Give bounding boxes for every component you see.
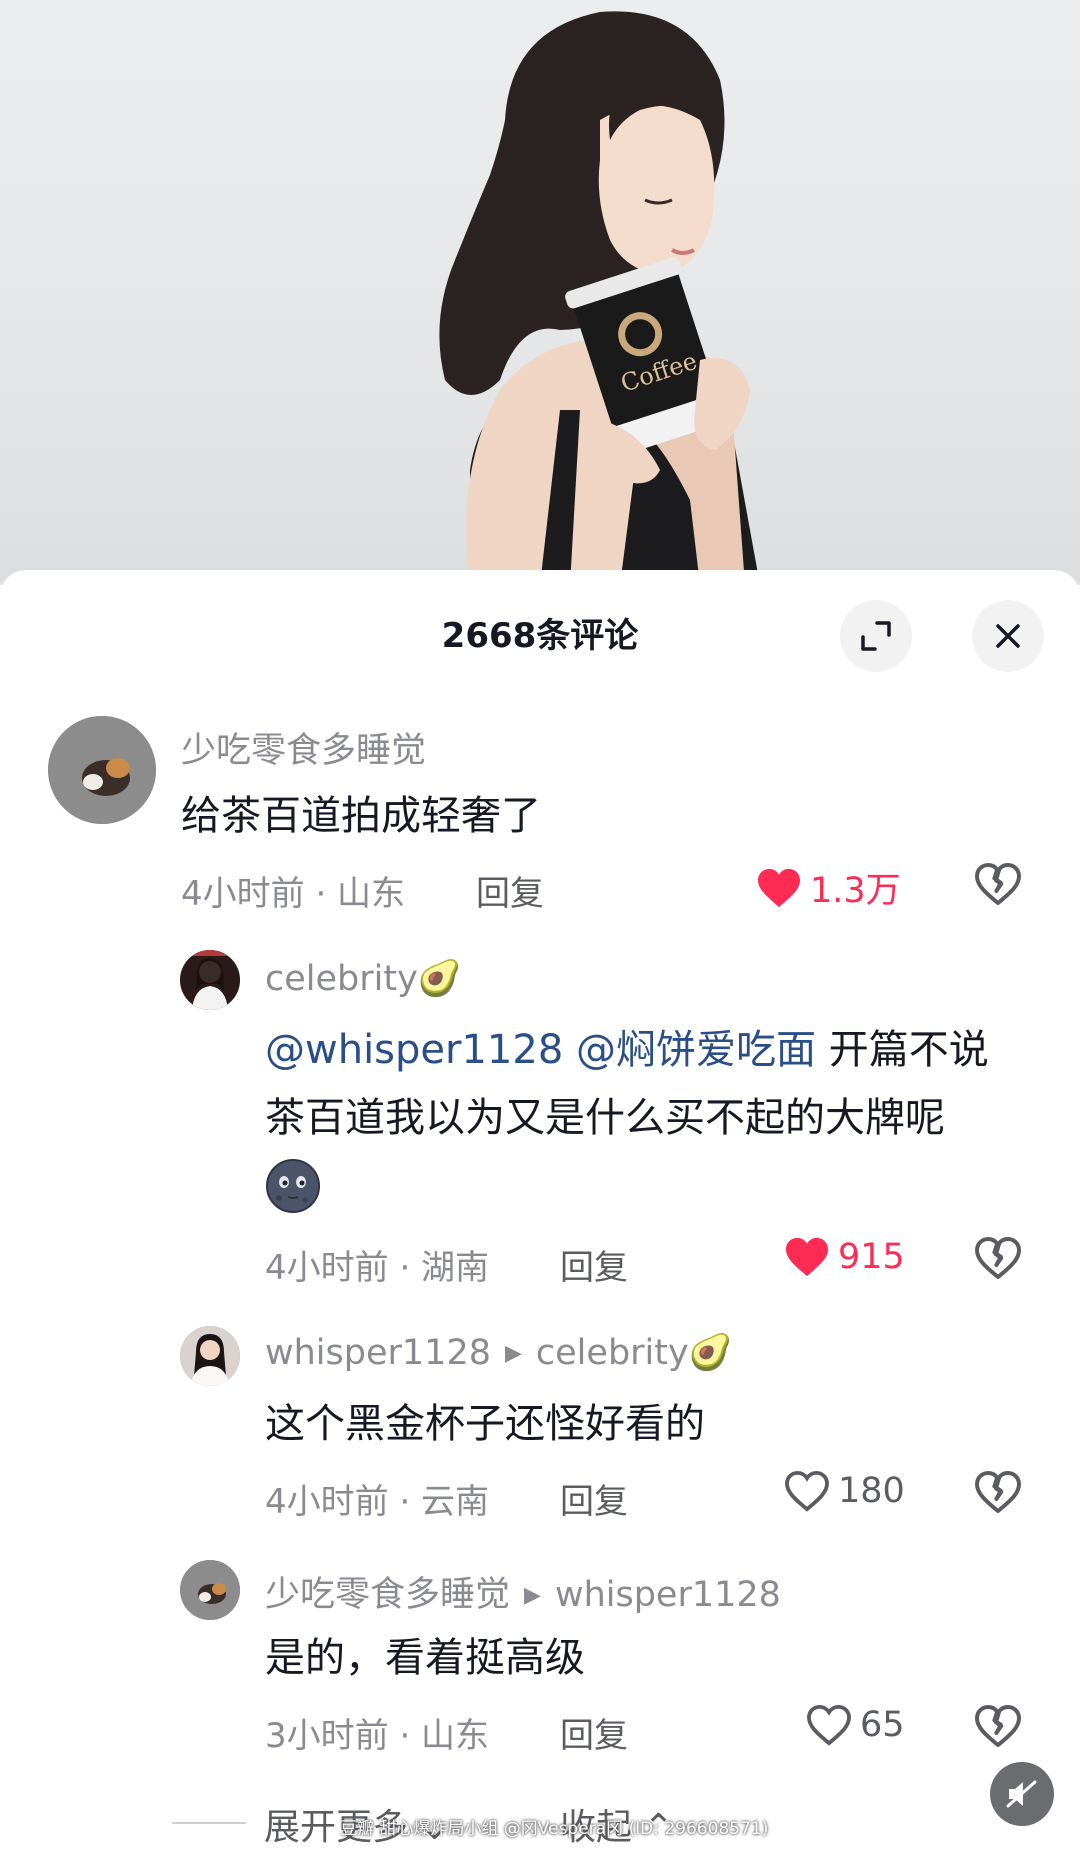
comment-text: 给茶百道拍成轻奢了 xyxy=(181,793,541,839)
broken-heart-icon xyxy=(975,1237,1021,1279)
comment-time-location: 4小时前 · 山东 xyxy=(181,874,406,914)
expand-button[interactable] xyxy=(840,600,912,672)
comment-text: 是的，看着挺高级 xyxy=(265,1635,585,1681)
comment-text-part: 茶百道我以为又是什么买不起的大牌呢 xyxy=(265,1095,945,1141)
comment-time-location: 3小时前 · 山东 xyxy=(265,1716,490,1756)
reply-button[interactable]: 回复 xyxy=(560,1708,628,1757)
portrait-avatar-icon xyxy=(180,1326,240,1386)
cat-avatar-icon xyxy=(48,716,156,824)
like-count: 1.3万 xyxy=(810,871,901,911)
speaker-muted-icon xyxy=(1006,1780,1037,1808)
comment-username[interactable]: 少吃零食多睡觉 xyxy=(181,722,426,773)
reply-button[interactable]: 回复 xyxy=(560,1240,628,1289)
like-button[interactable]: 915 xyxy=(784,1236,905,1278)
dislike-button[interactable] xyxy=(974,862,1022,910)
like-count: 180 xyxy=(838,1471,905,1511)
dislike-button[interactable] xyxy=(974,1236,1022,1284)
close-button[interactable] xyxy=(972,600,1044,672)
like-button[interactable]: 65 xyxy=(806,1704,905,1746)
mention-link[interactable]: @焖饼爱吃面 xyxy=(576,1027,816,1073)
like-count: 65 xyxy=(860,1705,905,1745)
reply-button[interactable]: 回复 xyxy=(476,866,544,915)
cat-avatar-icon xyxy=(180,1560,240,1620)
heart-outline-icon xyxy=(807,1704,851,1746)
video-frame: Coffee xyxy=(0,0,1080,585)
comment-username[interactable]: whisper1128 ▶ celebrity🥑 xyxy=(265,1332,732,1373)
heart-filled-icon xyxy=(758,868,800,907)
reply-button[interactable]: 回复 xyxy=(560,1474,628,1523)
mention-link[interactable]: @whisper1128 xyxy=(265,1027,563,1073)
comment-text-part: 开篇不说 xyxy=(815,1027,989,1073)
expand-icon xyxy=(861,621,891,651)
dislike-button[interactable] xyxy=(974,1470,1022,1518)
like-button[interactable]: 1.3万 xyxy=(756,862,901,913)
avatar[interactable] xyxy=(180,1326,240,1386)
heart-outline-icon xyxy=(785,1470,829,1512)
comment-text: @whisper1128 @焖饼爱吃面 开篇不说 茶百道我以为又是什么买不起的大… xyxy=(265,1016,1045,1152)
like-count: 915 xyxy=(838,1237,905,1277)
comment-username[interactable]: celebrity🥑 xyxy=(265,958,461,999)
heart-filled-icon xyxy=(786,1237,828,1277)
close-icon xyxy=(996,624,1020,648)
reply-arrow-icon: ▶ xyxy=(524,1583,541,1608)
reply-username[interactable]: whisper1128 xyxy=(265,1333,491,1373)
reply-username[interactable]: 少吃零食多睡觉 xyxy=(265,1575,510,1615)
moon-face-emoji xyxy=(266,1159,320,1213)
comment-time-location: 4小时前 · 湖南 xyxy=(265,1248,490,1288)
portrait-avatar-icon xyxy=(180,950,240,1010)
comment-text: 这个黑金杯子还怪好看的 xyxy=(265,1401,705,1447)
avatar[interactable] xyxy=(180,1560,240,1620)
woman-with-coffee-image: Coffee xyxy=(439,11,760,585)
divider xyxy=(172,1822,246,1824)
broken-heart-icon xyxy=(975,863,1021,905)
comment-count-title: 2668条评论 xyxy=(441,616,639,656)
broken-heart-icon xyxy=(975,1705,1021,1747)
avatar[interactable] xyxy=(48,716,156,824)
reply-arrow-icon: ▶ xyxy=(504,1341,522,1366)
like-button[interactable]: 180 xyxy=(784,1470,905,1512)
watermark: 豆瓣 甜心爆炸局小组 @冈Vespera冈 (ID: 296608571) xyxy=(340,1819,769,1839)
reply-to-username[interactable]: celebrity🥑 xyxy=(536,1333,732,1373)
replies-footer: 展开更多 ⌄ 收起 ⌃ 豆瓣 甜心爆炸局小组 @冈Vespera冈 (ID: 2… xyxy=(0,1792,1080,1850)
comment-time-location: 4小时前 · 云南 xyxy=(265,1482,490,1522)
reply-to-username[interactable]: whisper1128 xyxy=(555,1575,781,1615)
broken-heart-icon xyxy=(975,1471,1021,1513)
avatar[interactable] xyxy=(180,950,240,1010)
dislike-button[interactable] xyxy=(974,1704,1022,1752)
comment-username[interactable]: 少吃零食多睡觉 ▶ whisper1128 xyxy=(265,1566,781,1617)
mute-button[interactable] xyxy=(990,1762,1054,1826)
